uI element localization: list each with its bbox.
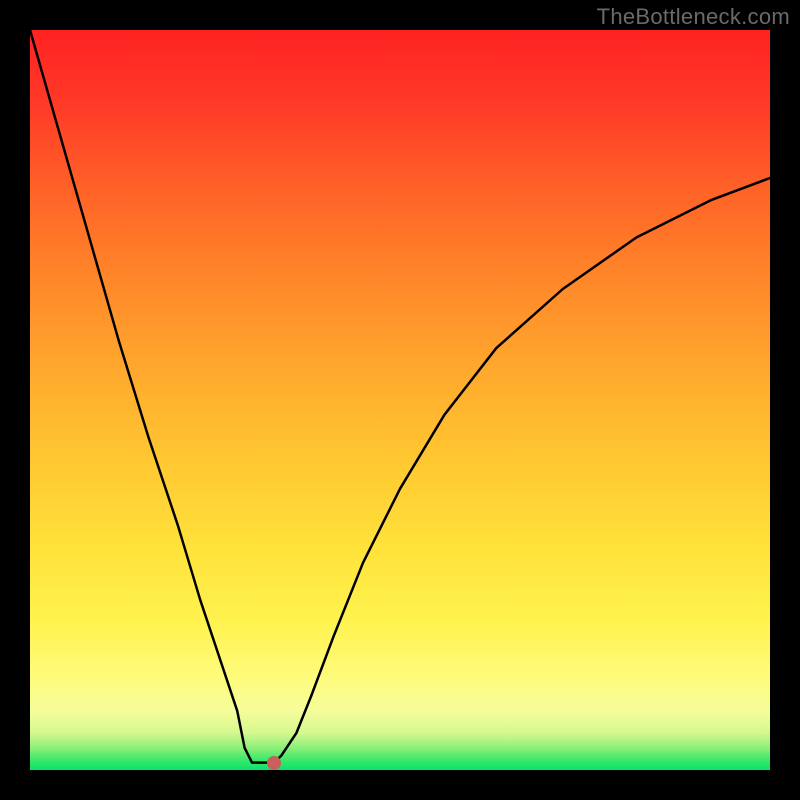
bottleneck-curve — [30, 30, 770, 770]
chart-frame: TheBottleneck.com — [0, 0, 800, 800]
optimum-marker — [267, 756, 281, 770]
plot-area — [30, 30, 770, 770]
watermark-text: TheBottleneck.com — [597, 4, 790, 30]
